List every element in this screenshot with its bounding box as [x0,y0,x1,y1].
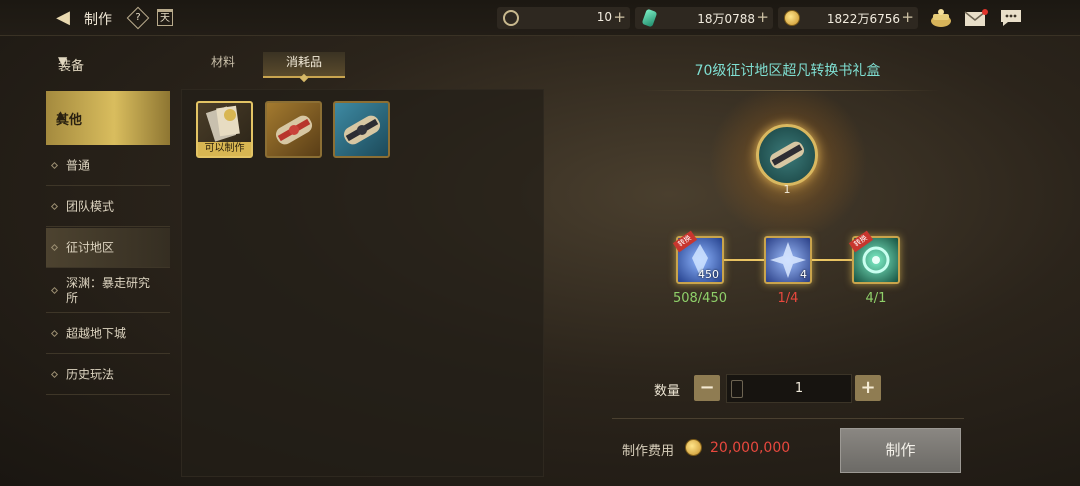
calculator-icon[interactable] [731,380,743,398]
product-scroll-icon[interactable] [756,124,818,186]
sidebar-item-label: 超越地下城 [66,326,127,340]
material-green-orb[interactable]: 转换 [848,230,900,284]
currency-ticket: 10 + [497,7,630,29]
quantity-input[interactable]: 1 [726,374,852,403]
material-owned-count: 1/4 [777,291,799,306]
material-owned-count: 4/1 [865,291,887,306]
divider [612,418,964,419]
bullet-icon [50,370,59,378]
title-divider [640,90,940,91]
sidebar-item-label: 征讨地区 [66,240,115,254]
decrease-quantity-button[interactable]: − [694,375,720,401]
recipe-title: 70级征讨地区超凡转换书礼盒 [694,63,881,79]
cost-label: 制作费用 [622,444,675,459]
sidebar-item-label: 团队模式 [66,199,115,213]
currency-value: 1822万6756 [826,12,900,26]
sidebar-item-label: 深渊：暴走研究所 [66,275,151,305]
green-crystal-icon [641,8,658,28]
tab-materials[interactable]: 材料 [196,52,250,78]
sidebar-item-team[interactable]: 团队模式 [46,187,170,227]
chevron-down-icon: ▼ [58,54,68,68]
sidebar-item-label: 普通 [66,158,91,172]
bullet-icon [50,286,59,294]
grid-slot-blue-scroll[interactable] [333,101,390,158]
red-ribbon-scroll-icon [275,115,313,145]
bullet-icon [50,202,59,210]
increase-quantity-button[interactable]: + [855,375,881,401]
add-currency-button[interactable]: + [756,8,769,26]
material-qty: 450 [698,268,719,281]
category-other[interactable]: 其他 ▲ [46,91,170,145]
ticket-coin-icon [503,10,519,26]
cost-value: 20,000,000 [710,440,791,456]
help-glyph: ? [135,12,141,23]
tab-indicator [299,73,309,83]
category-equipment[interactable]: 装备 ▼ [46,46,170,80]
chevron-up-icon: ▲ [56,108,66,122]
currency-value: 18万0788 [697,12,755,26]
bullet-icon [50,329,59,337]
quantity-value: 1 [794,381,804,396]
back-arrow-icon[interactable]: ◀ [52,8,74,28]
product-count: 1 [783,183,791,196]
grid-slot-recipe-book[interactable]: 可以制作 [196,101,253,158]
grid-slot-red-scroll[interactable] [265,101,322,158]
blue-scroll-icon [343,115,381,145]
craftable-badge: 可以制作 [198,142,251,156]
tab-label: 消耗品 [285,55,322,69]
currency-value: 10 [596,10,612,24]
material-blue-crystal[interactable]: 转换 450 [672,230,724,284]
calendar-icon[interactable]: 天 [157,9,173,26]
page-title: 制作 [84,12,112,28]
currency-crystal: 18万0788 + [635,7,773,29]
recipe-book-icon [205,105,240,142]
sidebar-item-beyond-dungeon[interactable]: 超越地下城 [46,314,170,354]
tab-consumables[interactable]: 消耗品 [263,52,345,83]
currency-gold: 1822万6756 + [778,7,918,29]
gold-coin-icon [685,439,702,456]
sidebar-item-normal[interactable]: 普通 [46,146,170,186]
gold-coin-icon [784,10,800,26]
sidebar-item-label: 历史玩法 [66,367,115,381]
add-currency-button[interactable]: + [613,8,626,26]
sidebar-item-history[interactable]: 历史玩法 [46,355,170,395]
craft-button[interactable]: 制作 [840,428,961,473]
material-blue-shard[interactable]: 4 [764,236,812,284]
bullet-icon [50,243,59,251]
add-currency-button[interactable]: + [901,8,914,26]
sidebar-item-expedition[interactable]: 征讨地区 [46,228,170,268]
mail-icon[interactable] [964,8,988,28]
chat-icon[interactable] [1000,8,1022,28]
quantity-label: 数量 [654,384,681,399]
help-icon[interactable]: ? [126,6,150,30]
top-bar: ◀ 制作 ? 天 10 + 18万0788 + 1822万6756 + [0,0,1080,36]
treasure-pot-icon[interactable] [930,8,952,28]
material-qty: 4 [800,268,807,281]
material-owned-count: 508/450 [672,291,727,306]
bullet-icon [50,161,59,169]
sidebar-item-abyss[interactable]: 深渊：暴走研究所 [46,269,170,313]
